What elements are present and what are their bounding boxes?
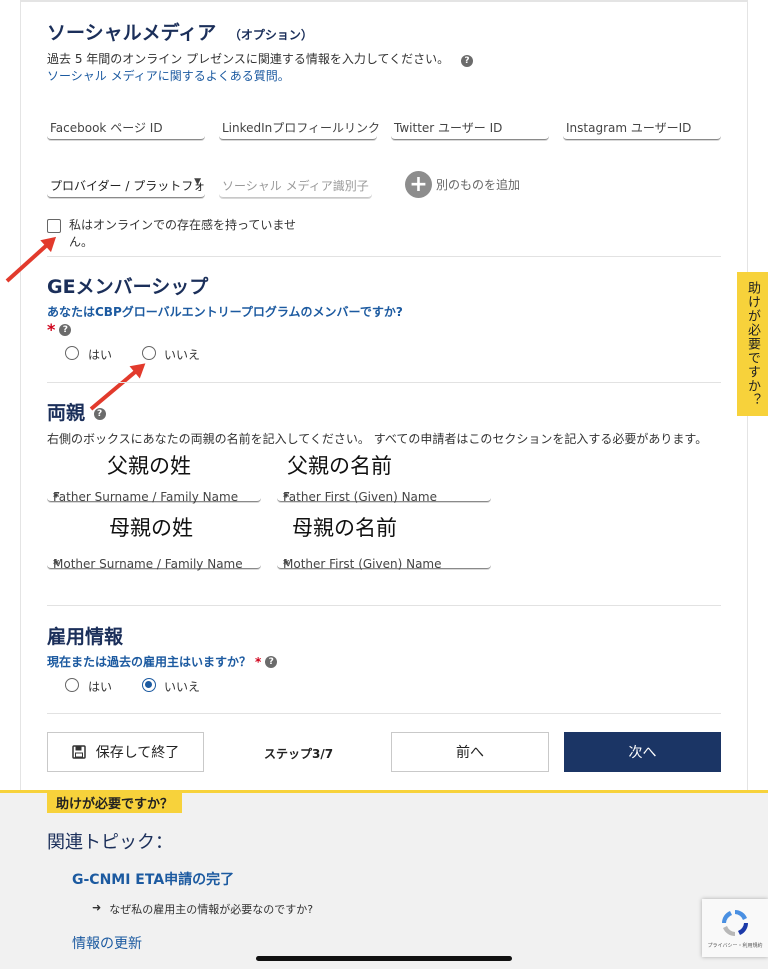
section-divider: [47, 605, 721, 606]
recaptcha-icon: [722, 910, 748, 936]
ge-membership-question: あなたはCBPグローバルエントリープログラムのメンバーですか?: [47, 305, 403, 319]
father-surname-field[interactable]: Father Surname / Family Name *: [47, 472, 261, 504]
ge-radio-no[interactable]: [142, 346, 156, 360]
help-topic-link[interactable]: 情報の更新: [72, 933, 142, 953]
next-button[interactable]: 次へ: [564, 732, 721, 772]
help-icon[interactable]: ?: [93, 407, 106, 420]
mother-surname-field[interactable]: Mother Surname / Family Name *: [47, 539, 261, 571]
home-indicator: [256, 956, 512, 961]
twitter-id-field[interactable]: Twitter ユーザー ID: [391, 110, 549, 140]
ge-membership-title: GEメンバーシップ: [47, 276, 209, 298]
mother-given-caption: 母親の名前: [292, 516, 397, 540]
help-icon[interactable]: ?: [265, 655, 278, 668]
help-side-tab[interactable]: 助けが必要ですか？: [737, 272, 768, 416]
social-media-title: ソーシャルメディア （オプション）: [47, 22, 313, 44]
employment-no-label: いいえ: [164, 680, 201, 694]
mother-surname-caption: 母親の姓: [109, 516, 193, 540]
add-other-button[interactable]: + 別のものを追加: [405, 170, 520, 198]
mother-given-name-field[interactable]: Mother First (Given) Name *: [277, 539, 491, 571]
ge-required-row: * ?: [47, 320, 72, 339]
floppy-disk-icon: [71, 745, 86, 759]
instagram-id-field[interactable]: Instagram ユーザーID: [563, 110, 721, 140]
employment-question: 現在または過去の雇用主はいますか？ * ?: [47, 653, 278, 670]
arrow-right-icon: ➜: [92, 901, 102, 914]
recaptcha-badge[interactable]: プライバシー・利用規約: [702, 899, 768, 957]
page-border-left: [20, 0, 21, 790]
step-indicator: ステップ3/7: [264, 747, 334, 761]
help-topic-link[interactable]: G-CNMI ETA申請の完了: [72, 869, 234, 889]
related-topics-title: 関連トピック：: [47, 832, 173, 853]
save-exit-button[interactable]: 保存して終了: [47, 732, 204, 772]
ge-no-label: いいえ: [164, 348, 201, 362]
social-identifier-input[interactable]: ソーシャル メディア識別子: [219, 168, 372, 198]
linkedin-link-field[interactable]: LinkedInプロフィールリンク: [219, 110, 380, 140]
help-icon[interactable]: ?: [460, 55, 473, 67]
parents-title: 両親 ?: [47, 398, 106, 425]
facebook-id-field[interactable]: Facebook ページ ID: [47, 110, 205, 140]
provider-platform-select[interactable]: プロバイダー / プラットフォ ▼: [47, 168, 205, 198]
section-divider: [47, 256, 721, 257]
employment-radio-yes[interactable]: [65, 678, 79, 692]
previous-button[interactable]: 前へ: [391, 732, 549, 772]
ge-yes-label: はい: [88, 348, 113, 362]
employment-yes-label: はい: [88, 680, 113, 694]
plus-icon: +: [405, 170, 432, 198]
chevron-down-icon: ▼: [194, 177, 201, 187]
help-subtopic-link[interactable]: ➜ なぜ私の雇用主の情報が必要なのですか?: [92, 901, 313, 917]
employment-title: 雇用情報: [47, 626, 124, 648]
page-top-border: [20, 0, 748, 2]
ge-radio-yes[interactable]: [65, 346, 79, 360]
parents-description: 右側のボックスにあなたの両親の名前を記入してください。 すべての申請者はこのセク…: [47, 432, 708, 446]
help-badge: 助けが必要ですか？: [47, 792, 183, 813]
social-media-description: 過去 5 年間のオンライン プレゼンスに関連する情報を入力してください。 ?: [47, 50, 473, 67]
no-online-presence-label: 私はオンラインでの存在感を持っていませ ん。: [69, 218, 297, 249]
father-given-name-field[interactable]: Father First (Given) Name *: [277, 472, 491, 504]
social-media-faq-link[interactable]: ソーシャル メディアに関するよくある質問。: [47, 67, 290, 84]
employment-radio-no[interactable]: [142, 678, 156, 692]
help-icon[interactable]: ?: [59, 323, 72, 336]
section-divider: [47, 713, 721, 714]
section-divider: [47, 382, 721, 383]
